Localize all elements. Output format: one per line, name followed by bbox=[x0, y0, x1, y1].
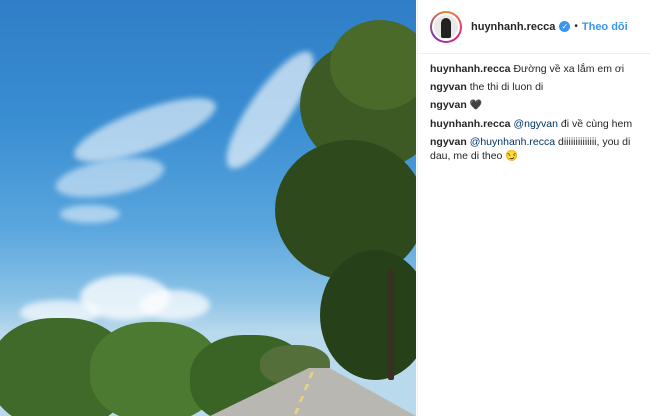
comment-text: đi về cùng hem bbox=[557, 118, 633, 130]
cloud-streak bbox=[52, 150, 168, 205]
comment-mention[interactable]: @ngyvan bbox=[513, 118, 558, 130]
comment-text: the thi di luon di bbox=[469, 81, 544, 93]
cumulus-cloud bbox=[140, 290, 210, 320]
post-photo[interactable] bbox=[0, 0, 416, 416]
black-heart-emoji: 🖤 bbox=[469, 100, 483, 111]
cloud-streak bbox=[60, 205, 120, 223]
comment-item: ngyvan 🖤 bbox=[430, 98, 638, 113]
comments-panel: huynhanh.recca ✓ • Theo dõi huynhanh.rec… bbox=[417, 0, 650, 416]
comment-list: huynhanh.recca Đường về xa lắm em ơi ngy… bbox=[418, 54, 650, 175]
comment-username[interactable]: huynhanh.recca bbox=[430, 118, 511, 130]
comment-username[interactable]: ngyvan bbox=[430, 81, 467, 93]
author-username[interactable]: huynhanh.recca bbox=[471, 21, 555, 33]
avatar-image bbox=[432, 12, 460, 41]
comment-item: ngyvan the thi di luon di bbox=[430, 80, 638, 94]
separator-dot: • bbox=[574, 21, 578, 32]
comment-username[interactable]: huynhanh.recca bbox=[430, 63, 511, 75]
post-header: huynhanh.recca ✓ • Theo dõi bbox=[418, 0, 650, 54]
comment-text: Đường về xa lắm em ơi bbox=[513, 63, 625, 75]
comment-item: huynhanh.recca Đường về xa lắm em ơi bbox=[430, 62, 638, 76]
follow-button[interactable]: Theo dõi bbox=[582, 21, 628, 33]
comment-item: huynhanh.recca @ngyvan đi về cùng hem bbox=[430, 117, 638, 131]
verified-badge-icon: ✓ bbox=[559, 21, 571, 32]
comment-mention[interactable]: @huynhanh.recca bbox=[470, 136, 555, 148]
tree-trunk bbox=[388, 270, 394, 380]
tree-canopy bbox=[320, 250, 416, 380]
person-icon bbox=[441, 17, 451, 38]
comment-item: ngyvan @huynhanh.recca diiiiiiiiiiiiii, … bbox=[430, 135, 638, 163]
comment-username[interactable]: ngyvan bbox=[430, 99, 467, 111]
avatar[interactable] bbox=[430, 10, 462, 43]
comment-username[interactable]: ngyvan bbox=[430, 136, 467, 148]
